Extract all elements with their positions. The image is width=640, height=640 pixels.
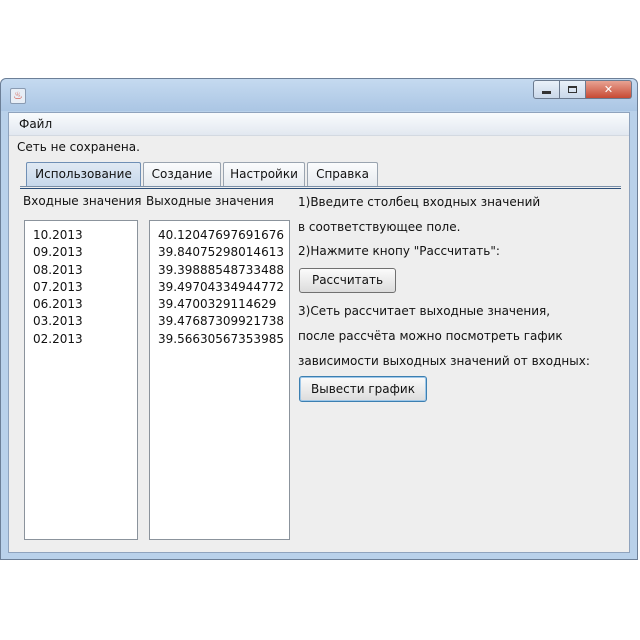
tab-usage[interactable]: Использование: [26, 162, 141, 186]
input-values-textarea[interactable]: 10.2013 09.2013 08.2013 07.2013 06.2013 …: [24, 220, 138, 540]
output-value: 39.56630567353985: [158, 331, 284, 346]
instruction-step3-line1: 3)Сеть рассчитает выходные значения,: [298, 304, 551, 318]
output-values-label: Выходные значения: [146, 194, 274, 208]
input-value: 07.2013: [33, 279, 83, 294]
input-value: 02.2013: [33, 331, 83, 346]
window-controls: ✕: [533, 80, 632, 100]
tab-divider-accent: [20, 188, 621, 189]
instruction-step1-line1: 1)Введите столбец входных значений: [298, 195, 541, 209]
calculate-button[interactable]: Рассчитать: [299, 268, 396, 293]
close-icon: ✕: [603, 83, 614, 96]
input-value: 06.2013: [33, 297, 83, 312]
input-value: 03.2013: [33, 314, 83, 329]
menu-file[interactable]: Файл: [19, 117, 52, 131]
close-button[interactable]: ✕: [586, 80, 632, 99]
output-value: 40.12047697691676: [158, 228, 284, 242]
minimize-icon: [542, 91, 551, 94]
plot-graph-button[interactable]: Вывести график: [299, 376, 427, 402]
output-value: 39.39888548733488: [158, 262, 284, 277]
output-values-textarea[interactable]: 40.12047697691676 39.84075298014613 39.3…: [149, 220, 290, 540]
input-value: 09.2013: [33, 245, 83, 260]
input-value: 08.2013: [33, 262, 83, 277]
output-value: 39.47687309921738: [158, 314, 284, 329]
minimize-button[interactable]: [533, 80, 560, 99]
tab-divider: [20, 186, 621, 187]
maximize-icon: [568, 86, 577, 93]
output-value: 39.84075298014613: [158, 245, 284, 260]
tab-settings[interactable]: Настройки: [223, 162, 305, 186]
client-area: Файл Сеть не сохранена. Использование Со…: [8, 112, 630, 553]
maximize-button[interactable]: [560, 80, 586, 99]
input-value: 10.2013: [33, 228, 83, 242]
instruction-step3-line3: зависимости выходных значений от входных…: [298, 354, 590, 368]
tab-create[interactable]: Создание: [143, 162, 221, 186]
output-value: 39.49704334944772: [158, 279, 284, 294]
instruction-step2: 2)Нажмите кнопу "Рассчитать":: [298, 244, 500, 258]
java-cup-icon[interactable]: ♨: [10, 88, 26, 104]
network-status: Сеть не сохранена.: [17, 140, 140, 154]
tab-help[interactable]: Справка: [307, 162, 378, 186]
instruction-step3-line2: после рассчёта можно посмотреть гафик: [298, 329, 563, 343]
title-bar[interactable]: ♨ ✕: [1, 79, 637, 111]
menu-bar: Файл: [9, 113, 629, 136]
instruction-step1-line2: в соответствующее поле.: [298, 220, 461, 234]
input-values-label: Входные значения: [23, 194, 142, 208]
output-value: 39.4700329114629: [158, 297, 277, 312]
app-window: ♨ ✕ Файл Сеть не сохранена. Использовани…: [0, 78, 638, 560]
